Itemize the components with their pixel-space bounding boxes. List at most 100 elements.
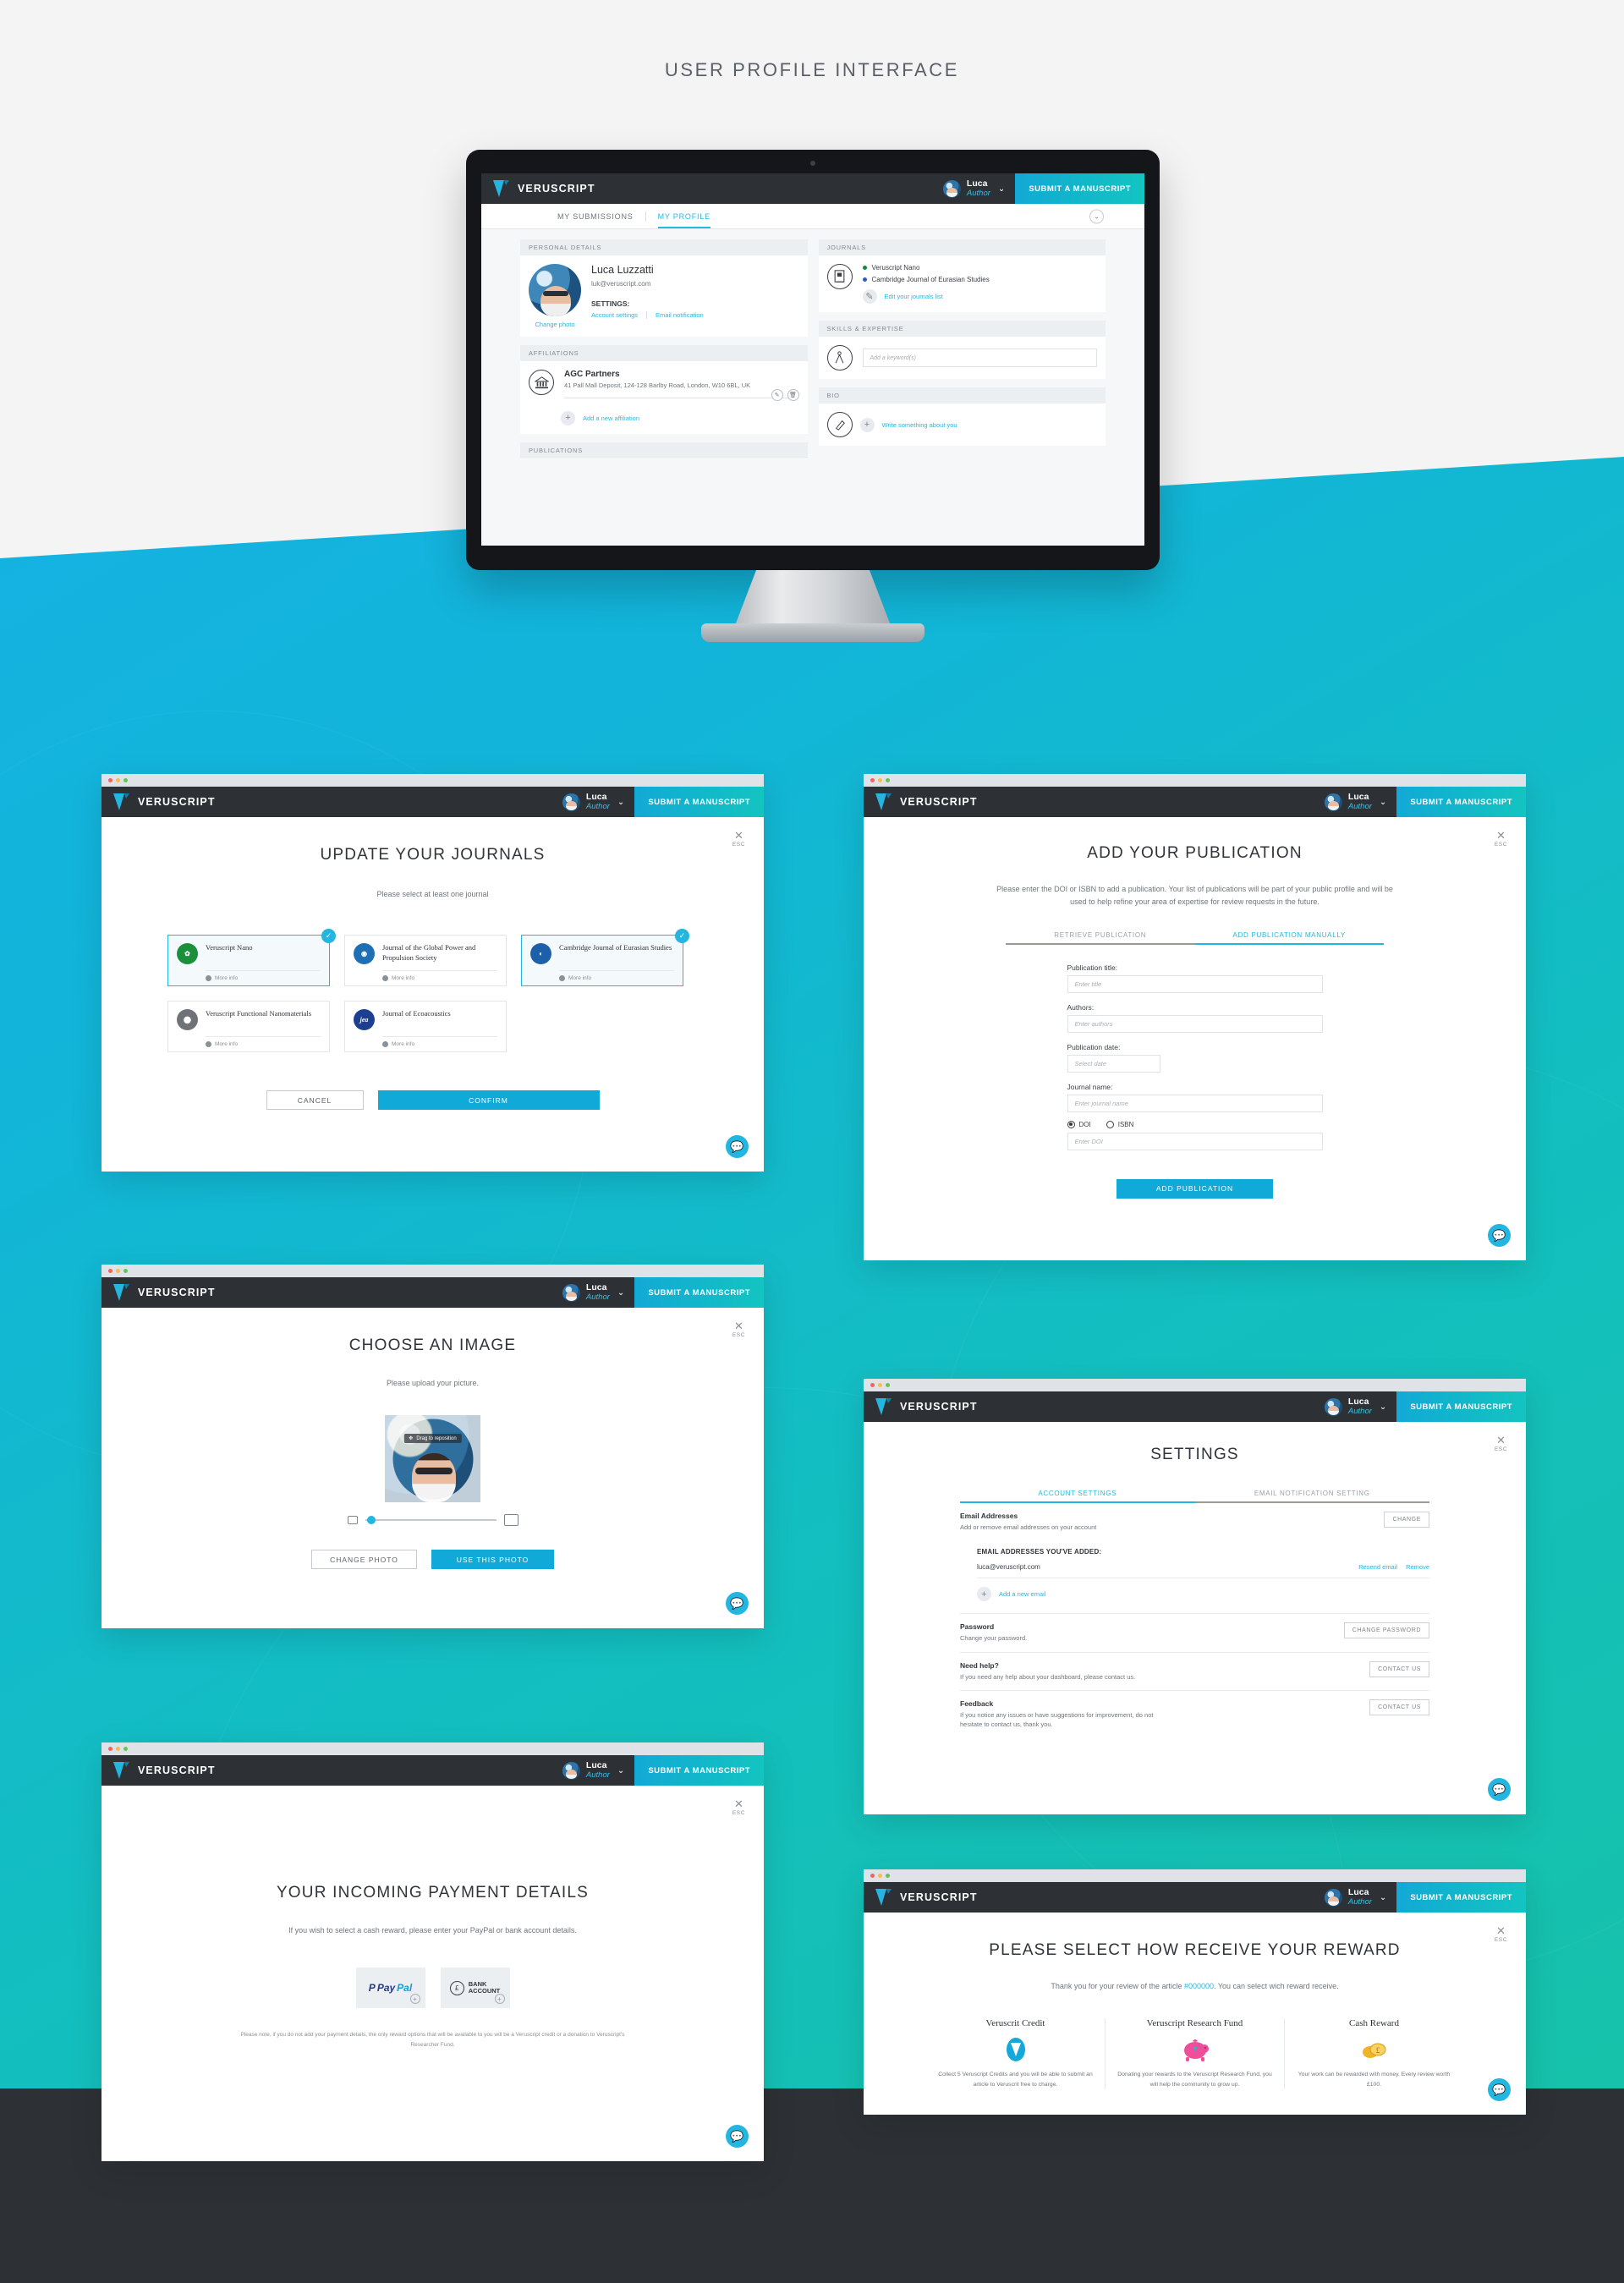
maximize-icon[interactable]: [886, 778, 890, 782]
more-info-link[interactable]: More info: [354, 1041, 497, 1048]
keyword-input[interactable]: Add a keyword(s): [862, 348, 1097, 367]
brand-logo[interactable]: VERUSCRIPT: [102, 793, 216, 811]
submit-manuscript-button[interactable]: SUBMIT A MANUSCRIPT: [1396, 1882, 1526, 1913]
nav-my-profile[interactable]: MY PROFILE: [657, 206, 711, 228]
edit-journals-link[interactable]: Edit your journals list: [885, 293, 943, 300]
pencil-icon[interactable]: ✎: [771, 388, 783, 401]
close-icon[interactable]: [870, 1383, 875, 1387]
plus-icon[interactable]: +: [977, 1587, 991, 1602]
change-photo-button[interactable]: CHANGE PHOTO: [311, 1550, 417, 1570]
write-bio-link[interactable]: Write something about you: [882, 421, 957, 429]
close-icon[interactable]: [108, 1269, 112, 1273]
close-esc-button[interactable]: ✕ ESC: [732, 1798, 745, 1816]
minimize-icon[interactable]: [116, 1747, 120, 1751]
trash-icon[interactable]: 🗑: [787, 388, 799, 401]
user-menu[interactable]: Luca Author ⌄: [1324, 793, 1396, 811]
submit-manuscript-button[interactable]: SUBMIT A MANUSCRIPT: [634, 1755, 764, 1786]
submit-manuscript-button[interactable]: SUBMIT A MANUSCRIPT: [634, 787, 764, 817]
user-menu[interactable]: Luca Author ⌄: [562, 1283, 634, 1302]
contact-us-help-button[interactable]: CONTACT US: [1369, 1660, 1429, 1677]
minimize-icon[interactable]: [116, 778, 120, 782]
journal-option-card[interactable]: ◐ Cambridge Journal of Eurasian Studies …: [521, 929, 689, 987]
radio-isbn[interactable]: ISBN: [1106, 1120, 1133, 1128]
close-esc-button[interactable]: ✕ ESC: [732, 830, 745, 848]
confirm-button[interactable]: CONFIRM: [377, 1090, 600, 1111]
reward-option-cash[interactable]: Cash Reward £ Your work can be rewarded …: [1284, 2018, 1463, 2090]
tab-account-settings[interactable]: ACCOUNT SETTINGS: [960, 1490, 1195, 1503]
account-settings-link[interactable]: Account settings: [591, 311, 638, 319]
maximize-icon[interactable]: [886, 1874, 890, 1878]
journal-option-card[interactable]: ✿ Veruscript Nano More info ✓: [167, 929, 336, 987]
bank-account-option[interactable]: £ BANK ACCOUNT +: [440, 1967, 510, 2009]
chat-bubble-icon[interactable]: 💬: [726, 1135, 749, 1158]
brand-logo[interactable]: VERUSCRIPT: [864, 793, 978, 811]
publication-date-input[interactable]: Select date: [1067, 1054, 1160, 1073]
brand-logo[interactable]: VERUSCRIPT: [864, 1397, 978, 1416]
zoom-slider[interactable]: [365, 1516, 497, 1525]
minimize-icon[interactable]: [878, 1874, 882, 1878]
submit-manuscript-button[interactable]: SUBMIT A MANUSCRIPT: [1015, 173, 1144, 204]
more-info-link[interactable]: More info: [530, 975, 674, 982]
submit-manuscript-button[interactable]: SUBMIT A MANUSCRIPT: [1396, 1391, 1526, 1422]
add-new-email-link[interactable]: Add a new email: [999, 1590, 1045, 1598]
user-menu[interactable]: Luca Author ⌄: [1324, 1888, 1396, 1907]
minimize-icon[interactable]: [878, 1383, 882, 1387]
article-id[interactable]: #000000: [1184, 1982, 1214, 1990]
pencil-icon[interactable]: ✎: [862, 289, 877, 304]
minimize-icon[interactable]: [878, 778, 882, 782]
brand-logo[interactable]: VERUSCRIPT: [864, 1888, 978, 1907]
journal-name-input[interactable]: Enter journal name: [1067, 1094, 1323, 1112]
cancel-button[interactable]: CANCEL: [266, 1090, 364, 1111]
chat-bubble-icon[interactable]: 💬: [1488, 1778, 1511, 1801]
journal-option-card[interactable]: ◉ Journal of the Global Power and Propul…: [344, 935, 507, 987]
change-password-button[interactable]: CHANGE PASSWORD: [1343, 1622, 1429, 1639]
close-esc-button[interactable]: ✕ ESC: [732, 1320, 745, 1338]
chat-bubble-icon[interactable]: 💬: [726, 2125, 749, 2148]
more-info-link[interactable]: More info: [354, 975, 497, 982]
close-esc-button[interactable]: ✕ ESC: [1495, 1435, 1507, 1452]
plus-icon[interactable]: +: [494, 1994, 505, 2005]
chat-bubble-icon[interactable]: 💬: [1488, 1224, 1511, 1247]
maximize-icon[interactable]: [123, 1747, 128, 1751]
reward-option-research-fund[interactable]: Veruscript Research Fund Donating your r…: [1105, 2018, 1284, 2090]
remove-email-link[interactable]: Remove: [1406, 1563, 1429, 1571]
resend-email-link[interactable]: Resend email: [1358, 1563, 1397, 1571]
reward-option-credit[interactable]: Veruscrit Credit Collect 5 Veruscript Cr…: [926, 2018, 1105, 2089]
user-menu[interactable]: Luca Author ⌄: [562, 1761, 634, 1780]
add-publication-button[interactable]: ADD PUBLICATION: [1116, 1178, 1273, 1199]
submit-manuscript-button[interactable]: SUBMIT A MANUSCRIPT: [1396, 787, 1526, 817]
paypal-option[interactable]: P Pay Pal +: [355, 1967, 425, 2009]
maximize-icon[interactable]: [123, 778, 128, 782]
brand-logo[interactable]: VERUSCRIPT: [102, 1761, 216, 1780]
journal-option-card[interactable]: ⬤ Veruscript Functional Nanomaterials Mo…: [167, 1001, 330, 1053]
more-info-link[interactable]: More info: [177, 1041, 321, 1048]
image-large-icon[interactable]: [503, 1514, 518, 1527]
image-small-icon[interactable]: [347, 1516, 358, 1525]
user-menu[interactable]: Luca Author ⌄: [942, 179, 1015, 198]
plus-icon[interactable]: +: [561, 410, 575, 425]
change-photo-link[interactable]: Change photo: [529, 321, 581, 328]
user-menu[interactable]: Luca Author ⌄: [562, 793, 634, 811]
minimize-icon[interactable]: [116, 1269, 120, 1273]
authors-input[interactable]: Enter authors: [1067, 1014, 1323, 1033]
contact-us-feedback-button[interactable]: CONTACT US: [1369, 1699, 1429, 1715]
identifier-input[interactable]: Enter DOI: [1067, 1132, 1323, 1150]
user-menu[interactable]: Luca Author ⌄: [1324, 1397, 1396, 1416]
tab-email-notification[interactable]: EMAIL NOTIFICATION SETTING: [1194, 1490, 1429, 1503]
submit-manuscript-button[interactable]: SUBMIT A MANUSCRIPT: [634, 1277, 764, 1308]
more-info-link[interactable]: More info: [177, 975, 321, 982]
radio-doi[interactable]: DOI: [1067, 1120, 1091, 1128]
plus-icon[interactable]: +: [859, 417, 875, 432]
publication-title-input[interactable]: Enter title: [1067, 974, 1323, 993]
nav-my-submissions[interactable]: MY SUBMISSIONS: [557, 206, 634, 228]
email-notification-link[interactable]: Email notification: [656, 311, 704, 319]
close-icon[interactable]: [870, 778, 875, 782]
chat-bubble-icon[interactable]: 💬: [1488, 2078, 1511, 2101]
journal-option-card[interactable]: jea Journal of Ecoacoustics More info: [344, 1001, 507, 1053]
close-esc-button[interactable]: ✕ ESC: [1495, 1925, 1507, 1943]
photo-crop-area[interactable]: ✥ Drag to reposition: [385, 1415, 480, 1503]
close-icon[interactable]: [108, 1747, 112, 1751]
close-icon[interactable]: [870, 1874, 875, 1878]
collapse-toggle-button[interactable]: ⌄: [1089, 209, 1104, 223]
close-esc-button[interactable]: ✕ ESC: [1495, 830, 1507, 848]
